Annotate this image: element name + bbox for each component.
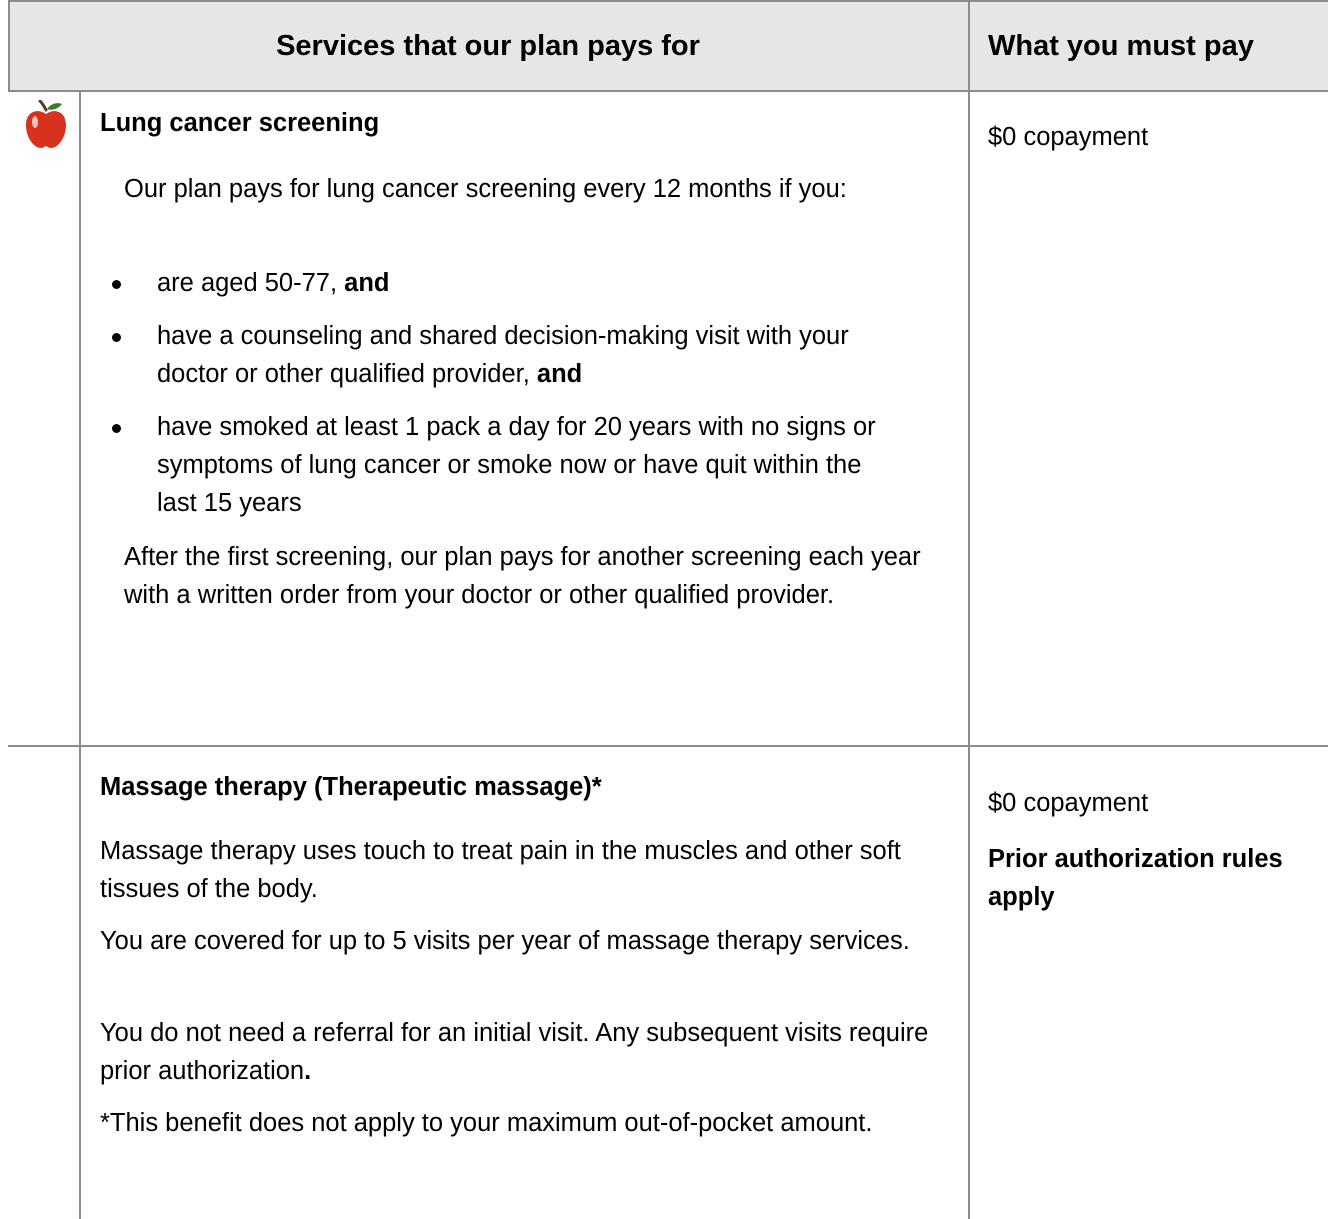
massage-paragraph-2: You are covered for up to 5 visits per y… bbox=[100, 927, 910, 955]
lung-screening-pay: $0 copayment bbox=[988, 123, 1149, 151]
pay-column-header: What you must pay bbox=[988, 29, 1254, 62]
bullet-1-dot bbox=[112, 280, 121, 289]
pay-column-border bbox=[968, 0, 970, 1219]
apple-icon bbox=[26, 100, 66, 148]
bullet-2-dot bbox=[112, 333, 121, 342]
benefits-table: Services that our plan pays for What you… bbox=[8, 0, 1328, 1219]
row-divider bbox=[8, 745, 1328, 747]
bullet-3-dot bbox=[112, 424, 121, 433]
massage-title: Massage therapy (Therapeutic massage)* bbox=[100, 773, 602, 801]
massage-paragraph-3-period: . bbox=[304, 1057, 312, 1085]
massage-paragraph-4: *This benefit does not apply to your max… bbox=[100, 1109, 873, 1137]
lung-bullet-1-text: are aged 50-77, bbox=[157, 269, 338, 297]
lung-screening-after: After the first screening, our plan pays… bbox=[124, 543, 921, 609]
massage-pay: $0 copayment bbox=[988, 789, 1149, 817]
lung-screening-title: Lung cancer screening bbox=[100, 109, 380, 137]
lung-screening-intro: Our plan pays for lung cancer screening … bbox=[124, 175, 847, 203]
lung-bullet-2-text: have a counseling and shared decision-ma… bbox=[157, 322, 849, 388]
icon-column-border bbox=[79, 92, 81, 1219]
massage-paragraph-1: Massage therapy uses touch to treat pain… bbox=[100, 837, 901, 903]
massage-paragraph-3: You do not need a referral for an initia… bbox=[100, 1014, 940, 1090]
lung-bullet-3: have smoked at least 1 pack a day for 20… bbox=[157, 413, 876, 517]
massage-paragraph-3-text: You do not need a referral for an initia… bbox=[100, 1019, 929, 1085]
services-column-header: Services that our plan pays for bbox=[276, 29, 700, 62]
lung-bullet-2: have a counseling and shared decision-ma… bbox=[157, 317, 907, 393]
lung-bullet-1-and: and bbox=[344, 269, 390, 297]
massage-pay-note: Prior authorization rules apply bbox=[988, 845, 1283, 911]
lung-bullet-2-and: and bbox=[536, 360, 583, 388]
lung-bullet-1: are aged 50-77, and bbox=[157, 264, 937, 302]
